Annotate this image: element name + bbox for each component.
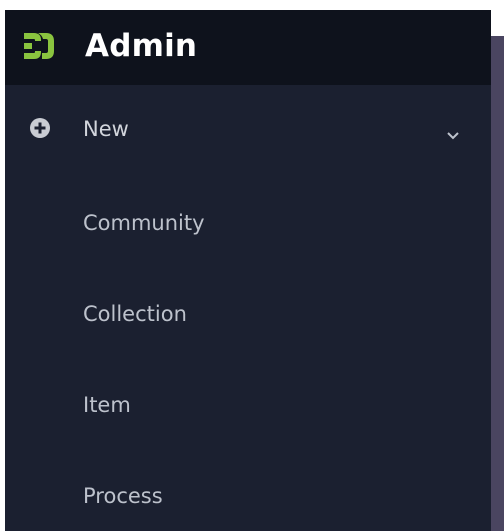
chevron-down-icon[interactable] (446, 130, 460, 140)
screenshot-frame: Admin New Community Collection Item Proc… (0, 0, 504, 531)
menu-item-label: Community (83, 210, 205, 235)
scrollbar-track[interactable] (491, 36, 504, 531)
dspace-logo-icon[interactable] (21, 29, 57, 65)
menu-item-label: Process (83, 483, 163, 508)
menu-item-label: New (83, 116, 129, 141)
menu-item-new[interactable]: New (5, 85, 491, 177)
menu-item-collection[interactable]: Collection (5, 268, 491, 359)
page-title: Admin (85, 28, 198, 64)
menu-item-process[interactable]: Process (5, 450, 491, 531)
menu-item-item[interactable]: Item (5, 359, 491, 450)
admin-sidebar: Admin New Community Collection Item Proc… (5, 10, 491, 531)
admin-menu: New Community Collection Item Process (5, 85, 491, 531)
menu-item-community[interactable]: Community (5, 177, 491, 268)
plus-circle-icon (30, 118, 50, 138)
menu-item-label: Collection (83, 301, 187, 326)
menu-item-label: Item (83, 392, 131, 417)
sidebar-header: Admin (5, 10, 491, 85)
